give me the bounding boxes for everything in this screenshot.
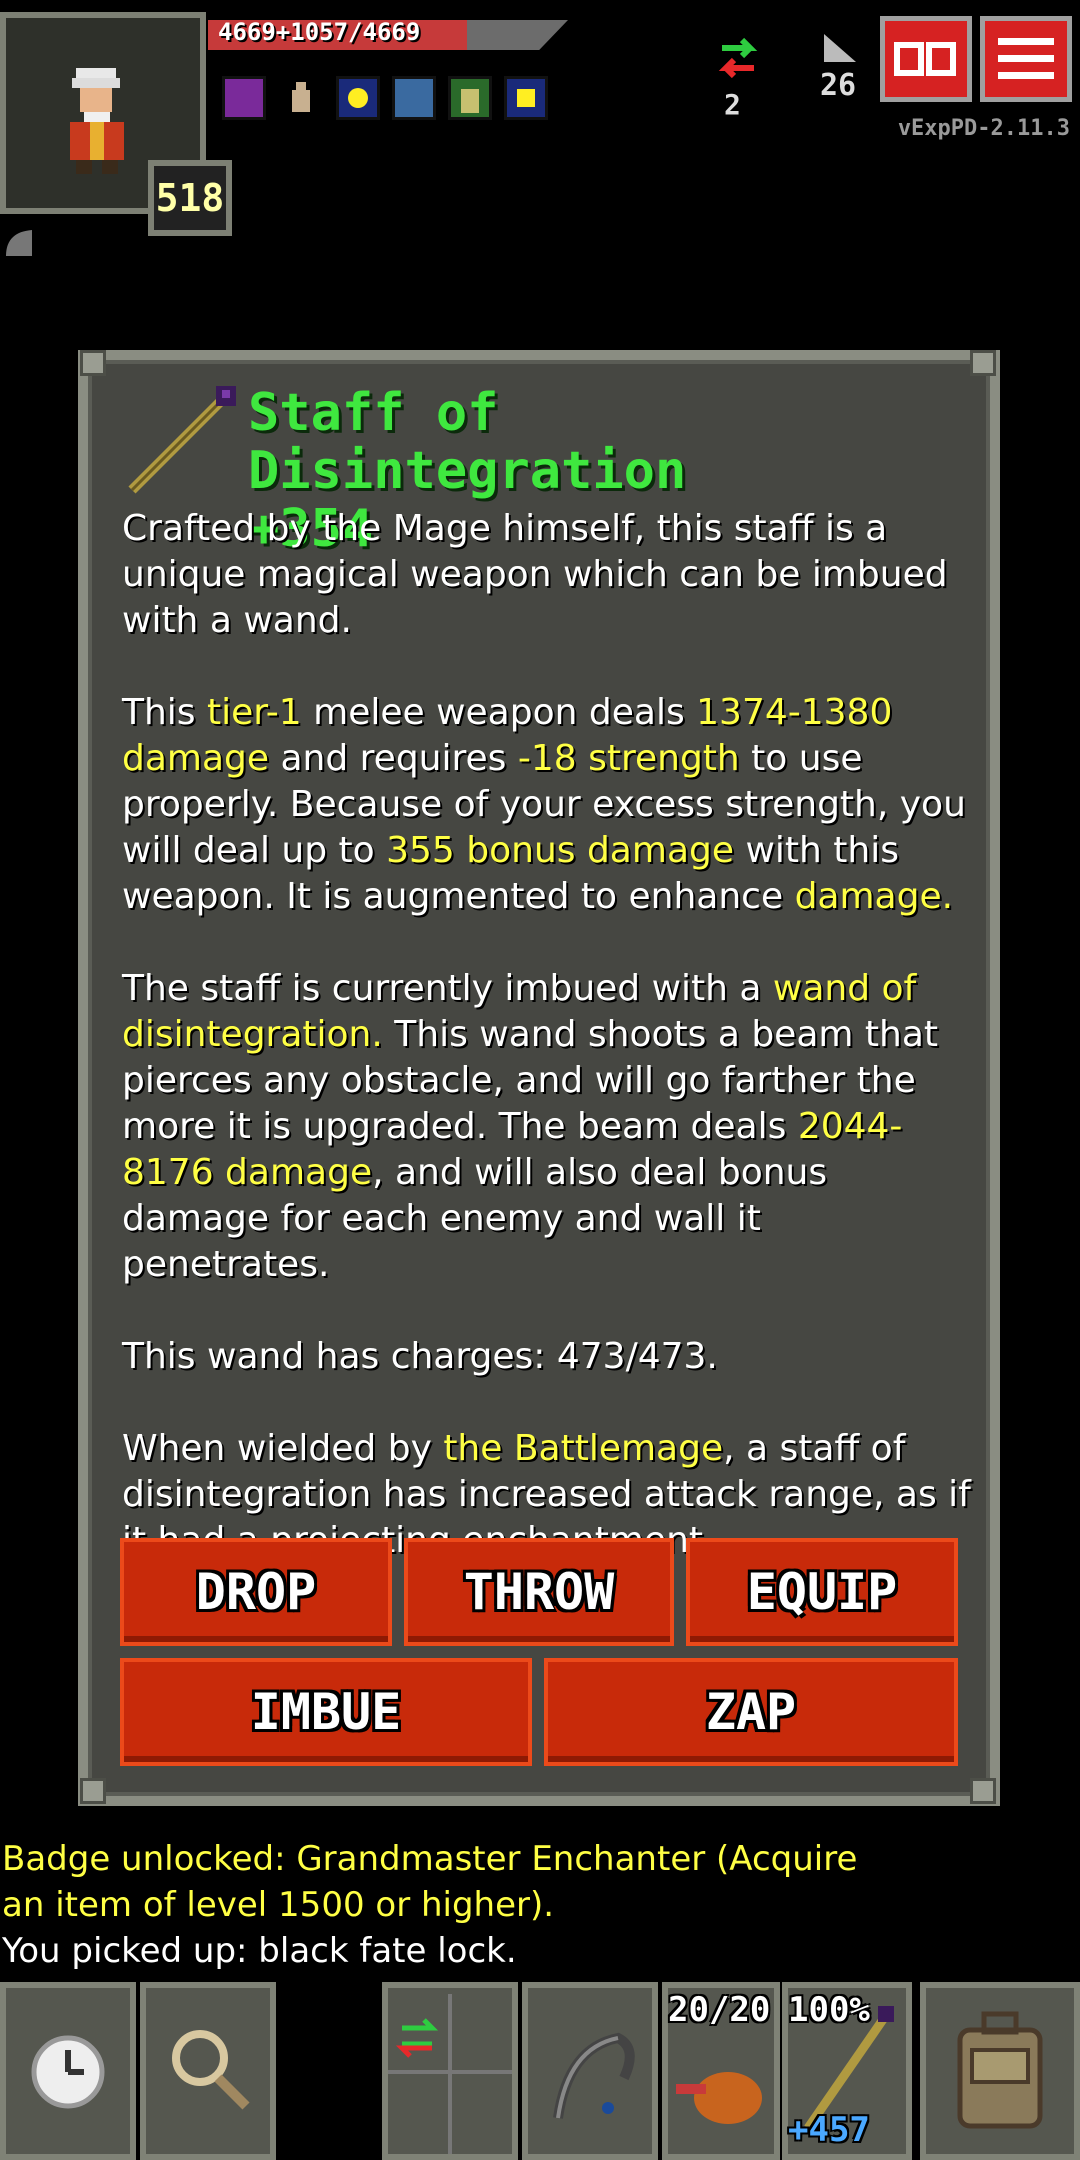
journal-icon[interactable] (714, 34, 762, 92)
description-paragraph: Crafted by the Mage himself, this staff … (122, 508, 948, 641)
window-corner (80, 350, 106, 376)
search-button[interactable] (140, 1982, 276, 2160)
swap-grid-icon (388, 1994, 512, 2154)
wait-button[interactable] (0, 1982, 136, 2160)
menu-button[interactable] (980, 16, 1072, 102)
log-message: an item of level 1500 or higher). (2, 1885, 555, 1925)
depth-stairs-icon (820, 30, 860, 70)
search-journal-button[interactable] (880, 16, 972, 102)
quickslot-whip[interactable] (522, 1982, 658, 2160)
shield-buff-icon[interactable] (222, 76, 266, 120)
window-corner (970, 350, 996, 376)
version-label: vExpPD-2.11.3 (897, 116, 1070, 141)
description-paragraph: This wand has charges: 473/473. (122, 1336, 718, 1377)
description-paragraph: This tier-1 melee weapon deals 1374-1380… (122, 692, 966, 917)
description-paragraph: The staff is currently imbued with a wan… (122, 968, 938, 1285)
imbue-button[interactable]: IMBUE (120, 1658, 532, 1766)
catalog-icon (894, 42, 956, 76)
backpack-icon (957, 2011, 1043, 2129)
depth-indicator: 26 (820, 68, 857, 103)
tower-buff-icon[interactable] (448, 76, 492, 120)
inventory-button[interactable] (920, 1982, 1080, 2160)
clock-icon (31, 2035, 105, 2109)
window-corner (970, 1778, 996, 1804)
health-text: 4669+1057/4669 (218, 18, 421, 46)
drop-button[interactable]: DROP (120, 1538, 392, 1646)
quickslot-swap[interactable] (382, 1982, 518, 2160)
throw-button[interactable]: THROW (404, 1538, 674, 1646)
log-message: You picked up: black fate lock. (2, 1931, 517, 1971)
barrier-buff-icon[interactable] (392, 76, 436, 120)
window-corner (80, 1778, 106, 1804)
staff-level: +457 (788, 2110, 870, 2150)
whip-icon (553, 2032, 635, 2119)
hero-level-badge: 518 (148, 160, 232, 236)
light-buff-icon[interactable] (336, 76, 380, 120)
food-count: 20/20 (668, 1990, 771, 2030)
quickslot-food[interactable]: 20/20 (662, 1982, 780, 2160)
hamburger-menu-icon (998, 38, 1054, 79)
danger-indicator-icon[interactable] (4, 228, 34, 262)
hand-buff-icon[interactable] (284, 80, 318, 120)
journal-count: 2 (724, 88, 741, 121)
staff-item-icon (124, 378, 244, 502)
magnifier-icon (172, 2030, 250, 2110)
log-message: Badge unlocked: Grandmaster Enchanter (A… (2, 1839, 858, 1879)
quickslot-staff[interactable]: 100% +457 (782, 1982, 912, 2160)
item-description: Crafted by the Mage himself, this staff … (122, 506, 972, 1610)
staff-charge: 100% (788, 1990, 870, 2030)
equip-button[interactable]: EQUIP (686, 1538, 958, 1646)
item-name: Staff of Disintegration (248, 383, 687, 501)
bless-buff-icon[interactable] (504, 76, 548, 120)
zap-button[interactable]: ZAP (544, 1658, 958, 1766)
